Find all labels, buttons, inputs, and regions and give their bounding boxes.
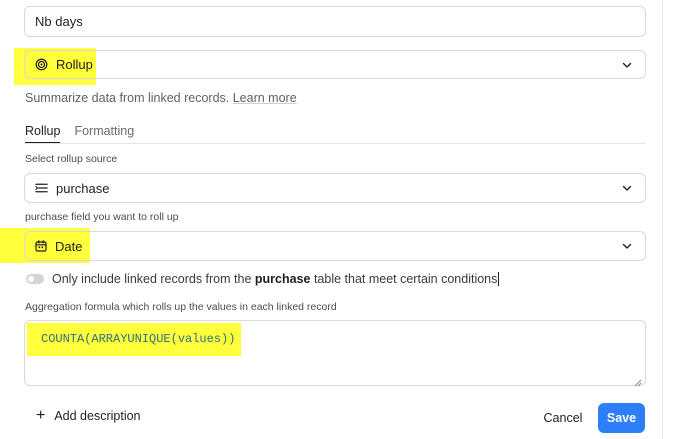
aggregation-formula-input[interactable]: COUNTA(ARRAYUNIQUE(values)) [24,320,646,387]
calendar-icon [35,240,47,252]
rollup-field-label: purchase field you want to roll up [25,211,179,223]
condition-toggle-row: Only include linked records from the pur… [26,272,500,286]
field-type-description: Summarize data from linked records. Lear… [25,91,297,105]
field-type-select[interactable]: Rollup [24,50,646,79]
add-description-label: Add description [54,409,141,423]
aggregation-label: Aggregation formula which rolls up the v… [25,301,337,313]
config-tabs: Rollup Formatting [25,124,148,144]
rollup-spiral-icon [35,58,48,71]
rollup-source-value: purchase [56,180,110,196]
rollup-source-label: Select rollup source [25,153,118,165]
text-cursor [498,272,500,286]
condition-table-name: purchase [254,272,311,286]
condition-toggle[interactable] [26,274,44,284]
cancel-button[interactable]: Cancel [538,404,588,432]
chevron-down-icon [621,182,633,194]
aggregation-formula-text: COUNTA(ARRAYUNIQUE(values)) [41,332,236,346]
linked-record-list-icon [35,182,48,194]
tab-rollup[interactable]: Rollup [25,124,61,144]
field-config-panel: Rollup Summarize data from linked record… [0,0,679,439]
rollup-field-select[interactable]: Date [24,231,646,261]
help-text: Summarize data from linked records. [25,91,230,105]
resize-handle-icon[interactable] [634,374,642,387]
condition-suffix: table that meet certain conditions [310,272,498,286]
rollup-field-value: Date [55,238,83,254]
field-type-label: Rollup [56,57,93,72]
rollup-source-select[interactable]: purchase [24,173,646,203]
field-name-input[interactable] [24,6,646,37]
plus-icon: + [36,407,46,424]
condition-prefix: Only include linked records from the [52,272,255,286]
tab-formatting[interactable]: Formatting [74,124,134,144]
add-description-button[interactable]: + Add description [36,407,141,424]
learn-more-link[interactable]: Learn more [233,91,297,105]
tabs-divider [24,143,646,144]
panel-edge [662,0,679,439]
chevron-down-icon [621,240,633,252]
chevron-down-icon [621,59,633,71]
save-button[interactable]: Save [598,403,645,433]
